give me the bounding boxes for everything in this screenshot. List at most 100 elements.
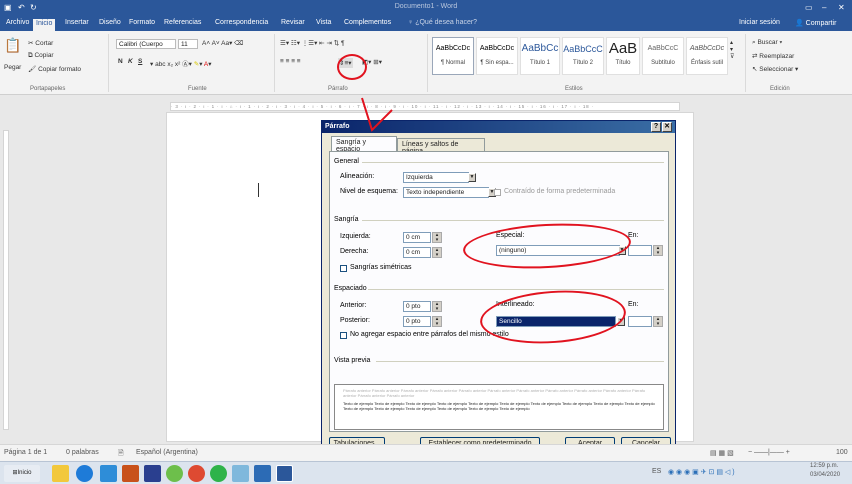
whatsapp-icon[interactable] (210, 465, 227, 482)
ribbon-tabs: Archivo Inicio Insertar Diseño Formato R… (0, 16, 852, 31)
left-indent-label: Izquierda: (340, 233, 371, 240)
tab-revisar[interactable]: Revisar (278, 18, 308, 30)
style-heading-1[interactable]: AaBbCc Título 1 (520, 37, 560, 75)
select-button[interactable]: ↖ Seleccionar ▾ (752, 65, 798, 73)
view-mode-icons[interactable]: ▤ ▦ ▧ (710, 449, 734, 457)
window-title: Documento1 - Word (394, 3, 458, 10)
section-divider (362, 220, 664, 221)
style-title[interactable]: AaB Título (606, 37, 640, 75)
paste-icon[interactable]: 📋 (4, 37, 21, 54)
chrome-icon[interactable] (188, 465, 205, 482)
paragraph-group-label: Párrafo (328, 86, 348, 92)
style-normal[interactable]: AaBbCcDc ¶ Normal (432, 37, 474, 75)
replace-button[interactable]: ⇄ Reemplazar (752, 52, 794, 60)
italic-button[interactable]: K (128, 58, 133, 65)
collapsed-label: Contraído de forma predeterminada (504, 188, 616, 195)
tell-me-search[interactable]: ♀ ¿Qué desea hacer? (405, 18, 480, 30)
tab-indent-spacing[interactable]: Sangría y espacio (331, 136, 397, 153)
browser-icon[interactable] (76, 465, 93, 482)
font-size-buttons[interactable]: A˄ A˅ Aa▾ ⌫ (202, 39, 243, 47)
tab-vista[interactable]: Vista (313, 18, 334, 30)
tab-diseno[interactable]: Diseño (96, 18, 124, 30)
left-indent-input[interactable]: 0 cm (403, 232, 431, 243)
bold-button[interactable]: N (118, 58, 123, 65)
tab-line-page-breaks[interactable]: Líneas y saltos de página (397, 138, 485, 155)
vertical-ruler[interactable] (3, 130, 9, 430)
illustrator-icon[interactable] (122, 465, 139, 482)
notes-icon[interactable] (232, 465, 249, 482)
ribbon-options-icon[interactable]: ▭ (805, 3, 813, 12)
help-button[interactable]: ? (651, 122, 661, 132)
tab-complementos[interactable]: Complementos (341, 18, 394, 30)
indent-by-spinner[interactable]: ▴ ▾ (653, 245, 663, 256)
paragraph-preview: Párrafo anterior Párrafo anterior Párraf… (334, 384, 664, 430)
left-indent-spinner[interactable]: ▴ ▾ (432, 232, 442, 243)
collapsed-checkbox[interactable] (494, 189, 501, 196)
page-count[interactable]: Página 1 de 1 (4, 449, 47, 456)
brush-icon: 🖌 (28, 66, 39, 73)
clipboard-group-label: Portapapeles (30, 86, 66, 92)
minimize-icon[interactable]: – (822, 3, 826, 12)
copy-button[interactable]: ⧉ Copiar (28, 52, 54, 60)
format-painter-button[interactable]: 🖌 Copiar formato (28, 65, 81, 73)
font-name-combo[interactable]: Calibri (Cuerpo (116, 39, 176, 49)
tab-inicio[interactable]: Inicio (33, 19, 56, 31)
space-after-spinner[interactable]: ▴ ▾ (432, 316, 442, 327)
space-before-input[interactable]: 0 pto (403, 301, 431, 312)
section-divider (362, 162, 664, 163)
zoom-level[interactable]: 100 (836, 449, 848, 456)
alignment-select[interactable]: Izquierda (403, 172, 469, 183)
taskbar: ⊞Inicio ES ◉ ◉ ◉ ▣ ✈ ⊡ ▤ ◁ ) 12:59 p.m. … (0, 461, 852, 484)
media-icon[interactable] (166, 465, 183, 482)
alignment-buttons[interactable]: ≡ ≡ ≡ ≡ (280, 58, 301, 65)
keyboard-language[interactable]: ES (652, 468, 661, 475)
photoshop-icon[interactable] (144, 465, 161, 482)
start-button[interactable]: ⊞Inicio (4, 465, 40, 482)
right-indent-input[interactable]: 0 cm (403, 247, 431, 258)
tab-correspondencia[interactable]: Correspondencia (212, 18, 271, 30)
horizontal-ruler[interactable]: · 3 · ı · 2 · ı · 1 · ı · ⌂ · ı · 1 · ı … (170, 102, 680, 111)
window-icon[interactable] (254, 465, 271, 482)
list-buttons[interactable]: ☰▾ ☷▾ ⋮☰▾ ⇤ ⇥ ⇅ ¶ (280, 39, 344, 47)
mirror-indents-checkbox[interactable] (340, 265, 347, 272)
font-format-buttons[interactable]: ▾ abc x₂ x² Ⓐ▾ ✎▾ A▾ (150, 58, 212, 68)
tray-icons[interactable]: ◉ ◉ ◉ ▣ ✈ ⊡ ▤ ◁ ) (668, 468, 735, 476)
word-count[interactable]: 0 palabras (66, 449, 99, 456)
paste-button[interactable]: Pegar (4, 64, 21, 71)
underline-button[interactable]: S (138, 58, 142, 65)
tab-referencias[interactable]: Referencias (161, 18, 204, 30)
proofing-icon[interactable]: 🗎 (118, 449, 124, 460)
dialog-close-button[interactable]: ✕ (662, 122, 672, 132)
style-subtitle[interactable]: AaBbCcC Subtítulo (642, 37, 684, 75)
no-space-same-style-checkbox[interactable] (340, 332, 347, 339)
cut-button[interactable]: ✂ Cortar (28, 39, 53, 47)
close-icon[interactable]: ✕ (838, 3, 845, 12)
tab-formato[interactable]: Formato (126, 18, 158, 30)
signin-link[interactable]: Iniciar sesión (736, 18, 783, 30)
explorer-icon[interactable] (100, 465, 117, 482)
styles-scroll[interactable]: ▴ ▾ ⊽ (730, 39, 734, 60)
share-button[interactable]: 👤 Compartir (792, 18, 839, 30)
line-spacing-at-spinner[interactable]: ▴ ▾ (653, 316, 663, 327)
font-size-combo[interactable]: 11 (178, 39, 198, 49)
right-indent-spinner[interactable]: ▴ ▾ (432, 247, 442, 258)
clock-date[interactable]: 03/04/2020 (810, 472, 840, 478)
space-before-spinner[interactable]: ▴ ▾ (432, 301, 442, 312)
clock-time[interactable]: 12:59 p.m. (810, 463, 838, 469)
font-color-icon: A (203, 61, 209, 68)
style-heading-2[interactable]: AaBbCcC Título 2 (562, 37, 604, 75)
word-icon[interactable] (276, 465, 293, 482)
space-after-input[interactable]: 0 pto (403, 316, 431, 327)
style-subtle-emphasis[interactable]: AaBbCcDc Énfasis sutil (686, 37, 728, 75)
chevron-down-icon[interactable]: ▼ (468, 173, 476, 182)
tab-archivo[interactable]: Archivo (3, 18, 32, 30)
indent-by-input[interactable] (628, 245, 652, 256)
language-indicator[interactable]: Español (Argentina) (136, 449, 198, 456)
folder-icon[interactable] (52, 465, 69, 482)
tab-insertar[interactable]: Insertar (62, 18, 92, 30)
find-button[interactable]: ⌕ Buscar ▾ (752, 39, 782, 47)
style-no-spacing[interactable]: AaBbCcDc ¶ Sin espa... (476, 37, 518, 75)
zoom-slider[interactable]: − ——|—— + (748, 449, 790, 456)
line-spacing-at-input[interactable] (628, 316, 652, 327)
outline-level-select[interactable]: Texto independiente (403, 187, 489, 198)
